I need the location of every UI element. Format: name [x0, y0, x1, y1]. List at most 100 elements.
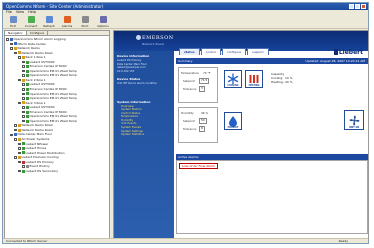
expand-toggle-icon[interactable] — [22, 92, 25, 96]
connect-label: Connect — [24, 23, 38, 28]
status-right: Ready — [338, 239, 348, 243]
expand-toggle-icon[interactable] — [22, 119, 25, 123]
device-icon — [25, 74, 29, 78]
expand-toggle-icon[interactable] — [18, 169, 21, 173]
expand-toggle-icon[interactable] — [18, 151, 21, 155]
heating-indicator: HEATING — [245, 70, 263, 88]
cooling-indicator: COOLING — [224, 70, 242, 88]
expand-toggle-icon[interactable] — [22, 69, 25, 73]
expand-toggle-icon[interactable] — [18, 101, 21, 105]
temp-setpoint-value: 71.5 — [199, 78, 210, 84]
heating-caption: HEATING — [248, 83, 260, 87]
temperature-label: Temperature — [181, 71, 199, 75]
application-window: OpenComms Nform - Site Center (Administr… — [2, 2, 369, 244]
exit-button[interactable]: Exit — [6, 15, 20, 28]
connect-icon — [27, 15, 35, 23]
emerson-logo-icon — [136, 35, 141, 40]
device-icon — [17, 51, 21, 55]
expand-toggle-icon[interactable] — [22, 88, 25, 91]
active-alarms-list: Loss of Air Flow Alarm — [176, 160, 368, 234]
tree-node[interactable]: Liebert DS Secondary — [6, 169, 108, 174]
alarms-button[interactable]: Alarms — [60, 15, 74, 28]
expand-toggle-icon[interactable] — [22, 97, 25, 100]
summary-updated: Updated: August 28, 2007 10:20:12 AM — [305, 59, 365, 63]
humidity-panel: Humidity 46 % Setpoint 50 Tolerance 8 — [178, 107, 218, 143]
refresh-button[interactable]: Refresh — [42, 15, 56, 28]
hum-setpoint-label: Setpoint — [183, 119, 195, 123]
device-icon — [13, 133, 17, 137]
device-info-title: Device Information — [117, 54, 150, 58]
connect-button[interactable]: Connect — [24, 15, 38, 28]
expand-toggle-icon[interactable] — [22, 110, 25, 114]
expand-toggle-icon[interactable] — [22, 60, 25, 64]
hum-tolerance-label: Tolerance — [183, 127, 197, 131]
minimize-button[interactable] — [349, 4, 354, 9]
expand-toggle-icon[interactable] — [14, 51, 17, 55]
device-icon — [21, 151, 25, 155]
device-icon — [25, 69, 29, 73]
page-tabs: status control configure support — [179, 48, 269, 55]
exit-label: Exit — [10, 23, 16, 28]
expand-toggle-icon[interactable] — [22, 83, 25, 86]
expand-toggle-icon[interactable] — [14, 124, 17, 127]
print-button[interactable]: Print — [78, 15, 92, 28]
tab-configure-page[interactable]: configure — [222, 48, 247, 55]
expand-toggle-icon[interactable] — [22, 165, 25, 168]
expand-toggle-icon[interactable] — [14, 138, 17, 141]
device-icon — [21, 101, 25, 105]
device-icon — [21, 55, 25, 59]
maximize-button[interactable] — [355, 4, 360, 9]
device-icon — [17, 137, 21, 141]
expand-toggle-icon[interactable] — [18, 142, 21, 146]
expand-toggle-icon[interactable] — [10, 42, 13, 46]
humidity-label: Humidity — [181, 111, 194, 115]
liebert-logo-icon — [334, 49, 338, 55]
device-icon — [25, 83, 29, 87]
device-icon — [25, 60, 29, 64]
options-button[interactable]: Options — [96, 15, 110, 28]
device-icon — [13, 46, 17, 50]
expand-toggle-icon[interactable] — [22, 65, 25, 68]
sidebar-link-system-statistics[interactable]: System Statistics — [117, 133, 171, 137]
temp-setpoint-label: Setpoint — [183, 79, 195, 83]
device-status-title: Device Status — [117, 77, 141, 81]
expand-toggle-icon[interactable] — [14, 128, 17, 132]
options-icon — [99, 15, 107, 23]
expand-toggle-icon[interactable] — [14, 156, 17, 159]
status-content: Summary Updated: August 28, 2007 10:20:1… — [176, 58, 368, 238]
status-bar: Connected to Nform Server Ready — [3, 238, 368, 243]
device-icon — [25, 87, 29, 91]
humidifier-indicator: HUMIDIF — [224, 112, 242, 130]
device-icon — [13, 42, 17, 46]
alarm-message[interactable]: Loss of Air Flow Alarm — [179, 163, 219, 169]
tab-configure[interactable]: Configure — [27, 31, 49, 35]
summary-header: Summary Updated: August 28, 2007 10:20:1… — [176, 58, 368, 64]
device-icon — [21, 78, 25, 82]
expand-toggle-icon[interactable] — [22, 115, 25, 118]
expand-toggle-icon[interactable] — [18, 147, 21, 150]
expand-toggle-icon[interactable] — [10, 47, 13, 50]
expand-toggle-icon[interactable] — [18, 78, 21, 82]
heating-capacity-label: Heating: — [271, 80, 284, 84]
device-icon — [21, 160, 25, 164]
summary-title: Summary — [178, 59, 193, 63]
expand-toggle-icon[interactable] — [10, 133, 13, 136]
device-icon — [17, 128, 21, 132]
tab-navigator[interactable]: Navigator — [5, 31, 27, 35]
expand-toggle-icon[interactable] — [6, 38, 9, 41]
close-button[interactable] — [361, 4, 366, 9]
alarms-label: Alarms — [61, 23, 73, 28]
device-status-line: Unit Off due to alarm condition — [117, 82, 158, 85]
expand-toggle-icon[interactable] — [18, 160, 21, 164]
temp-tolerance-label: Tolerance — [183, 87, 197, 91]
device-icon — [25, 165, 29, 169]
expand-toggle-icon[interactable] — [22, 106, 25, 109]
tab-control[interactable]: control — [200, 48, 222, 55]
device-icon — [25, 119, 29, 123]
expand-toggle-icon[interactable] — [18, 56, 21, 59]
temperature-panel: Temperature 70 °F Setpoint 71.5 Toleranc… — [178, 67, 218, 103]
tab-support[interactable]: support — [247, 48, 269, 55]
tab-status[interactable]: status — [179, 48, 200, 55]
temp-tolerance-value: 3 — [199, 86, 205, 92]
expand-toggle-icon[interactable] — [22, 74, 25, 77]
